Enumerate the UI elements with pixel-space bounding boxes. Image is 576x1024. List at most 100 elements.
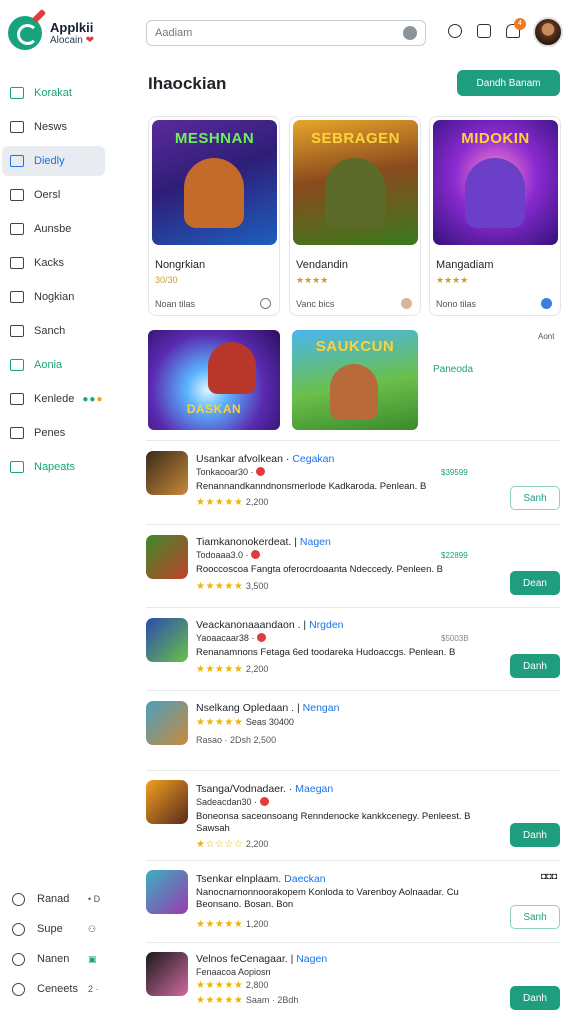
list-item[interactable]: Tiamkanonokerdeat. | Nagen Todoaaa3.0 · … [146,524,560,607]
sidebar-bottom-item-4[interactable]: Ceneets 2 · [0,974,120,1004]
avatar[interactable] [533,17,563,47]
list-item[interactable]: Tsanga/Vodnadaer. · Maegan Sadeacdan30 ·… [146,770,560,860]
game-thumbnail [146,701,188,745]
game-meta: Tonkaooar30 · [196,467,254,477]
featured-card[interactable]: MESHNAN Nongrkian 30/30 Noan tilas [148,116,280,316]
card-meta: Vanc bics [296,299,335,309]
more-icon[interactable] [541,298,552,309]
list-item[interactable]: Velnos feCenagaar. | Nagen Fenaacoa Aopi… [146,942,560,1022]
row-action-button[interactable]: Sanh [510,905,560,929]
calendar-icon [10,155,24,167]
support-icon [12,922,25,936]
more-icon[interactable] [260,298,271,309]
rating-count: 1,200 [245,919,269,929]
sidebar-item-news[interactable]: Nesws [2,112,105,142]
notification-badge: 4 [514,18,526,30]
row-corner-icon: ◘◘◘ [541,871,558,881]
search-input[interactable] [155,27,403,39]
heart-icon: ❤ [85,34,94,46]
art-title: DASKAN [186,402,242,416]
art-title: SAUKCUN [315,338,395,355]
list-item[interactable]: Nselkang Opledaan . | Nengan ★★★★★ Seas … [146,690,560,770]
sidebar-item-10[interactable]: Kenlede ●●● [2,384,105,414]
sidebar-item-5[interactable]: Aunsbe [2,214,105,244]
sidebar-item-search[interactable]: Sanch [2,316,105,346]
game-tag: Nagen [299,536,331,548]
list-item[interactable]: Tsenkar elnplaam. Daeckan ◘◘◘ Nanocnarno… [146,860,560,942]
sidebar-item-12[interactable]: Napeats [2,452,105,482]
more-icon[interactable] [401,298,412,309]
row-action-button[interactable]: Sanh [510,486,560,510]
app-logo[interactable]: Applkii Alocain ❤ [8,8,94,50]
game-meta: Sadeacdan30 · [196,797,258,807]
featured-card[interactable]: MIDOKIN Mangadiam ★★★★ Nono tilas [429,116,561,316]
featured-card[interactable]: SEBRAGEN Vendandin ★★★★ Vanc bics [289,116,421,316]
game-tag: Nrgden [309,619,344,631]
panel-icon [10,393,24,405]
sidebar-item-label: Nanen [37,953,70,965]
sidebar-item-4[interactable]: Oersl [2,180,105,210]
game-thumbnail [146,451,188,495]
list-icon [10,189,24,201]
sidebar-item-meta: • D [88,894,101,904]
game-art: MIDOKIN [433,120,558,245]
sidebar-item-9[interactable]: Aonia [2,350,105,380]
sidebar-item-7[interactable]: Nogkian [2,282,105,312]
rating-stars: ★☆☆☆☆ [196,839,244,850]
row-action-button[interactable]: Danh [510,823,560,847]
status-dot-icon [256,633,266,642]
promo-link[interactable]: Paneoda [433,364,473,375]
sidebar-bottom-item-2[interactable]: Supe ⚇ [0,914,120,944]
sidebar-item-label: Ranad [37,893,70,905]
game-title: Tsenkar elnplaam. [196,873,282,885]
primary-action-button[interactable]: Dandh Banam [457,70,560,96]
game-list: Usankar afvolkean · Cegakan Tonkaooar30 … [146,440,560,1022]
window-icon [10,359,24,371]
sidebar-item-home[interactable]: Korakat [2,78,105,108]
settings-icon [12,982,25,996]
row-action-button[interactable]: Dean [510,571,560,595]
rating-stars: ★★★★★ [196,581,244,592]
page-icon [10,427,24,439]
sidebar-item-label: Ceneets [37,983,78,995]
list-item[interactable]: Veackanonaaandaon . | Nrgden Yaoaacaar38… [146,607,560,690]
sidebar-bottom-item-3[interactable]: Nanen ▣ [0,944,120,974]
sidebar-item-label: Nogkian [34,291,75,303]
game-meta: Seas 30400 [245,717,294,727]
game-meta: Yaoaacaar38 · [196,633,255,643]
card-meta: Nono tilas [436,299,477,309]
home-icon [10,87,24,99]
sidebar-item-6[interactable]: Kacks [2,248,105,278]
game-meta: Todoaaa3.0 · [196,550,249,560]
sidebar-item-label: Kenlede [34,393,75,405]
list-item[interactable]: Usankar afvolkean · Cegakan Tonkaooar30 … [146,440,560,524]
card-subtitle: ★★★★ [296,275,329,285]
sidebar-item-label: Kacks [34,257,64,269]
row-action-button[interactable]: Danh [510,986,560,1010]
game-meta: Fenaacoa Aopiosn [196,967,271,977]
logo-icon [8,8,47,50]
promo-art[interactable]: SAUKCUN [292,330,418,430]
news-icon [10,121,24,133]
app-subtitle: Alocain [50,34,83,46]
game-description: Rooccoscoa Fangta oferocrdoaanta Ndecced… [196,564,443,575]
game-title: Veackanonaaandaon . [196,619,301,631]
search-bar[interactable] [146,20,426,46]
status-dot-icon [251,550,261,559]
chat-icon[interactable] [403,26,417,40]
sidebar-item-label: Korakat [34,87,72,99]
sidebar-item-11[interactable]: Penes [2,418,105,448]
window-icon[interactable] [477,24,491,38]
sidebar-bottom-item-1[interactable]: Ranad • D [0,884,120,914]
game-tag: Daeckan [284,873,326,885]
game-price: $39599 [441,468,468,477]
rating-stars: ★★★★★ [196,980,244,991]
game-thumbnail [146,618,188,662]
sidebar-item-label: Penes [34,427,66,439]
game-title: Tsanga/Vodnadaer. [196,783,286,795]
promo-art[interactable]: DASKAN [148,330,280,430]
row-action-button[interactable]: Danh [510,654,560,678]
sidebar-item-daily[interactable]: Diedly [2,146,105,176]
card-title: Nongrkian [155,259,206,271]
clock-icon[interactable] [448,24,462,38]
